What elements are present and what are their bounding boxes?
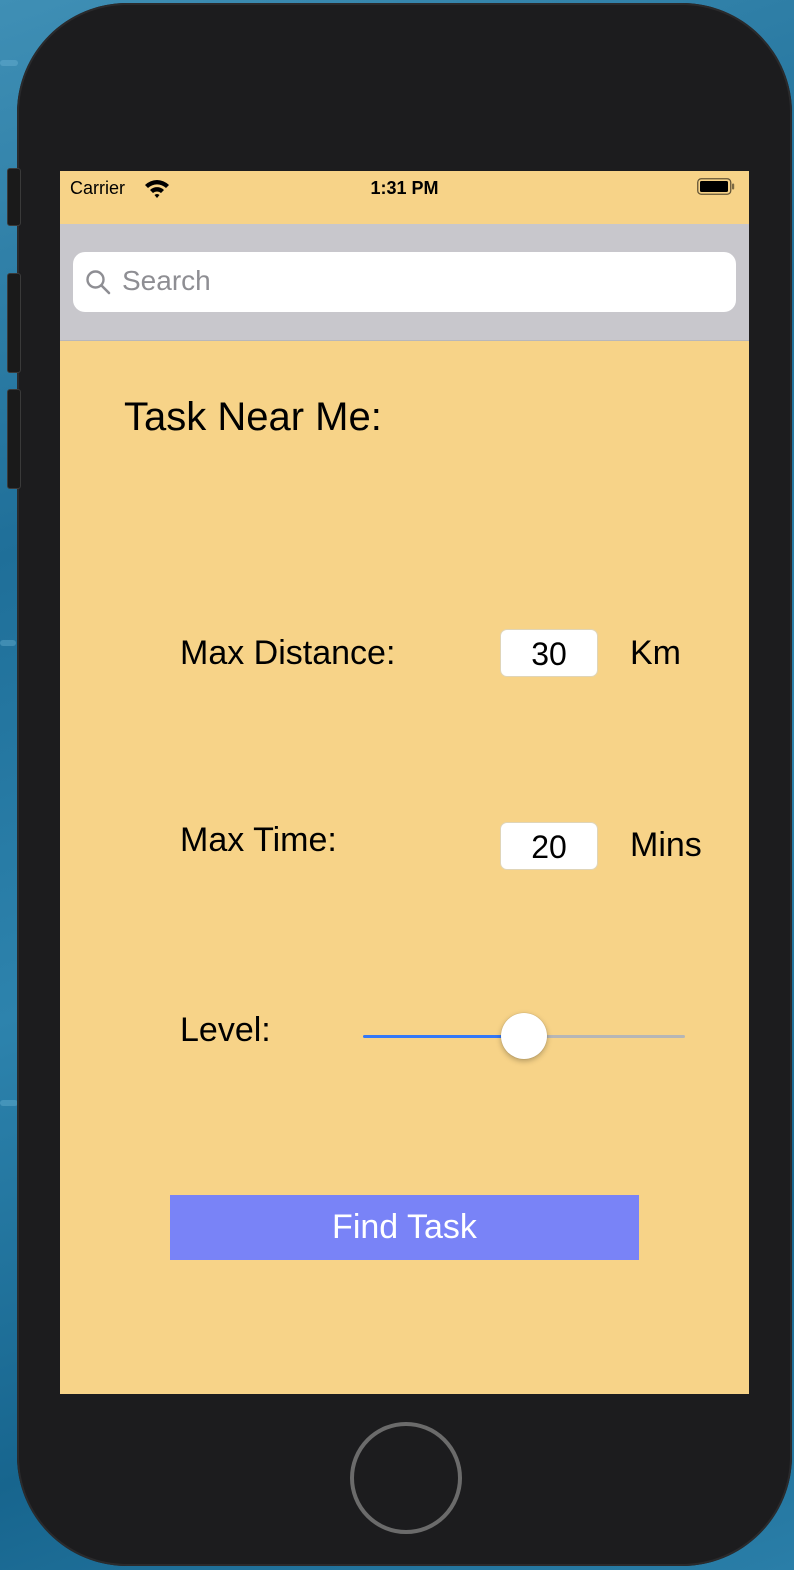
max-distance-unit: Km (630, 634, 681, 672)
side-button-volume-up (7, 273, 21, 373)
page-title: Task Near Me: (124, 395, 382, 439)
max-time-field[interactable]: 20 (500, 822, 598, 870)
max-time-unit: Mins (630, 826, 702, 864)
find-task-button[interactable]: Find Task (170, 1195, 639, 1260)
search-field[interactable] (73, 252, 736, 312)
background-decoration (0, 60, 18, 66)
app-screen: Carrier 1:31 PM Task Near Me: Max Distan… (60, 171, 749, 1394)
slider-max-track (524, 1035, 685, 1038)
search-input[interactable] (122, 265, 712, 297)
status-time: 1:31 PM (370, 178, 439, 198)
home-button[interactable] (350, 1422, 462, 1534)
max-distance-label: Max Distance: (180, 634, 396, 672)
status-bar: Carrier 1:31 PM (60, 171, 749, 224)
max-distance-field[interactable]: 30 (500, 629, 598, 677)
slider-min-track (363, 1035, 524, 1038)
search-icon (86, 270, 111, 295)
slider-thumb[interactable] (501, 1013, 547, 1059)
side-button-volume-down (7, 389, 21, 489)
battery-icon (697, 178, 735, 195)
background-decoration (0, 640, 16, 646)
level-label: Level: (180, 1011, 271, 1049)
level-slider[interactable] (363, 1011, 685, 1061)
side-button-mute (7, 168, 21, 226)
max-time-label: Max Time: (180, 821, 337, 859)
background-decoration (0, 1100, 18, 1106)
search-bar (60, 224, 749, 341)
